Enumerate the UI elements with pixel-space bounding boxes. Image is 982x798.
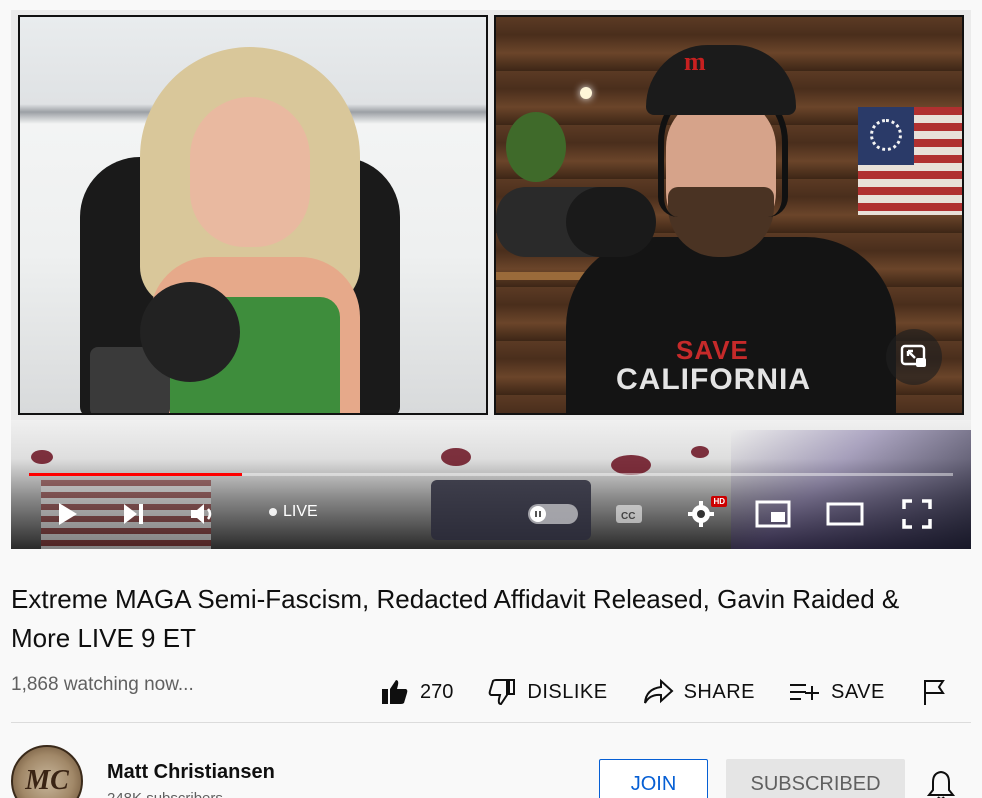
captions-button[interactable]: CC bbox=[609, 494, 649, 534]
progress-bar-fill bbox=[29, 473, 242, 476]
autoplay-toggle[interactable] bbox=[525, 494, 581, 534]
shirt-text-save: SAVE bbox=[676, 335, 749, 365]
share-label: SHARE bbox=[683, 680, 755, 703]
shirt-text-california: CALIFORNIA bbox=[616, 363, 811, 396]
play-button[interactable] bbox=[47, 494, 87, 534]
ink-splat bbox=[31, 450, 53, 464]
betsy-ross-flag bbox=[858, 107, 962, 215]
left-camera-feed bbox=[18, 15, 488, 415]
exit-miniplayer-icon bbox=[900, 344, 926, 367]
fullscreen-button[interactable] bbox=[897, 494, 937, 534]
share-button[interactable]: SHARE bbox=[642, 678, 755, 706]
playlist-add-icon bbox=[789, 684, 819, 700]
progress-bar[interactable] bbox=[29, 473, 953, 476]
like-count: 270 bbox=[420, 680, 454, 703]
play-icon bbox=[59, 503, 77, 525]
join-button[interactable]: JOIN bbox=[599, 759, 708, 798]
thumbs-up-icon bbox=[382, 680, 408, 704]
subscriber-count: 248K subscribers bbox=[107, 790, 223, 798]
theater-mode-button[interactable] bbox=[823, 494, 867, 534]
video-title: Extreme MAGA Semi-Fascism, Redacted Affi… bbox=[11, 584, 900, 653]
share-icon bbox=[643, 678, 674, 704]
subscribed-button[interactable]: SUBSCRIBED bbox=[726, 759, 905, 798]
live-dot bbox=[269, 508, 277, 516]
notification-bell-button[interactable] bbox=[924, 768, 958, 798]
channel-name[interactable]: Matt Christiansen bbox=[107, 761, 275, 784]
volume-button[interactable] bbox=[183, 494, 223, 534]
video-player[interactable]: SAVE CALIFORNIA m LIVE CC HD bbox=[11, 10, 971, 549]
next-icon bbox=[124, 504, 143, 524]
theater-icon bbox=[826, 502, 864, 526]
avatar-monogram: MC bbox=[25, 765, 69, 796]
live-indicator[interactable]: LIVE bbox=[269, 503, 318, 521]
exit-miniplayer-button[interactable] bbox=[886, 329, 942, 385]
dislike-label: DISLIKE bbox=[527, 680, 608, 703]
ink-splat bbox=[441, 448, 471, 466]
ink-splat bbox=[691, 446, 709, 458]
miniplayer-icon bbox=[755, 500, 791, 528]
player-controls: LIVE CC HD bbox=[11, 494, 971, 534]
save-label: SAVE bbox=[830, 680, 885, 703]
dislike-button[interactable]: DISLIKE bbox=[487, 677, 607, 707]
video-actions: 270 DISLIKE SHARE SAVE bbox=[380, 672, 947, 712]
watching-count: 1,868 watching now... bbox=[11, 674, 194, 695]
settings-button[interactable]: HD bbox=[681, 494, 727, 534]
youtube-watch-page: SAVE CALIFORNIA m LIVE CC HD Extreme MAG… bbox=[0, 0, 982, 798]
flag-icon bbox=[923, 680, 945, 705]
svg-text:CC: CC bbox=[621, 511, 635, 522]
report-button[interactable] bbox=[921, 678, 947, 706]
autoplay-toggle-icon bbox=[528, 504, 578, 524]
plant bbox=[506, 112, 566, 182]
miniplayer-button[interactable] bbox=[751, 494, 795, 534]
captions-icon: CC bbox=[616, 505, 642, 523]
microphone bbox=[140, 282, 240, 382]
ink-splat bbox=[611, 455, 651, 475]
volume-icon bbox=[191, 504, 212, 524]
channel-avatar[interactable]: MC bbox=[11, 745, 83, 798]
next-button[interactable] bbox=[113, 494, 153, 534]
right-camera-feed: SAVE CALIFORNIA m bbox=[494, 15, 964, 415]
bell-icon bbox=[926, 770, 956, 798]
like-button[interactable]: 270 bbox=[380, 677, 453, 707]
host-cap bbox=[646, 45, 796, 115]
thumbs-down-icon bbox=[489, 679, 516, 706]
divider bbox=[11, 722, 971, 723]
live-label: LIVE bbox=[283, 503, 318, 520]
lamp bbox=[580, 87, 592, 99]
host-microphone-grill bbox=[566, 187, 656, 257]
cap-logo: m bbox=[684, 47, 706, 76]
fullscreen-icon bbox=[902, 499, 932, 529]
hd-badge: HD bbox=[711, 496, 727, 507]
save-button[interactable]: SAVE bbox=[789, 680, 885, 704]
